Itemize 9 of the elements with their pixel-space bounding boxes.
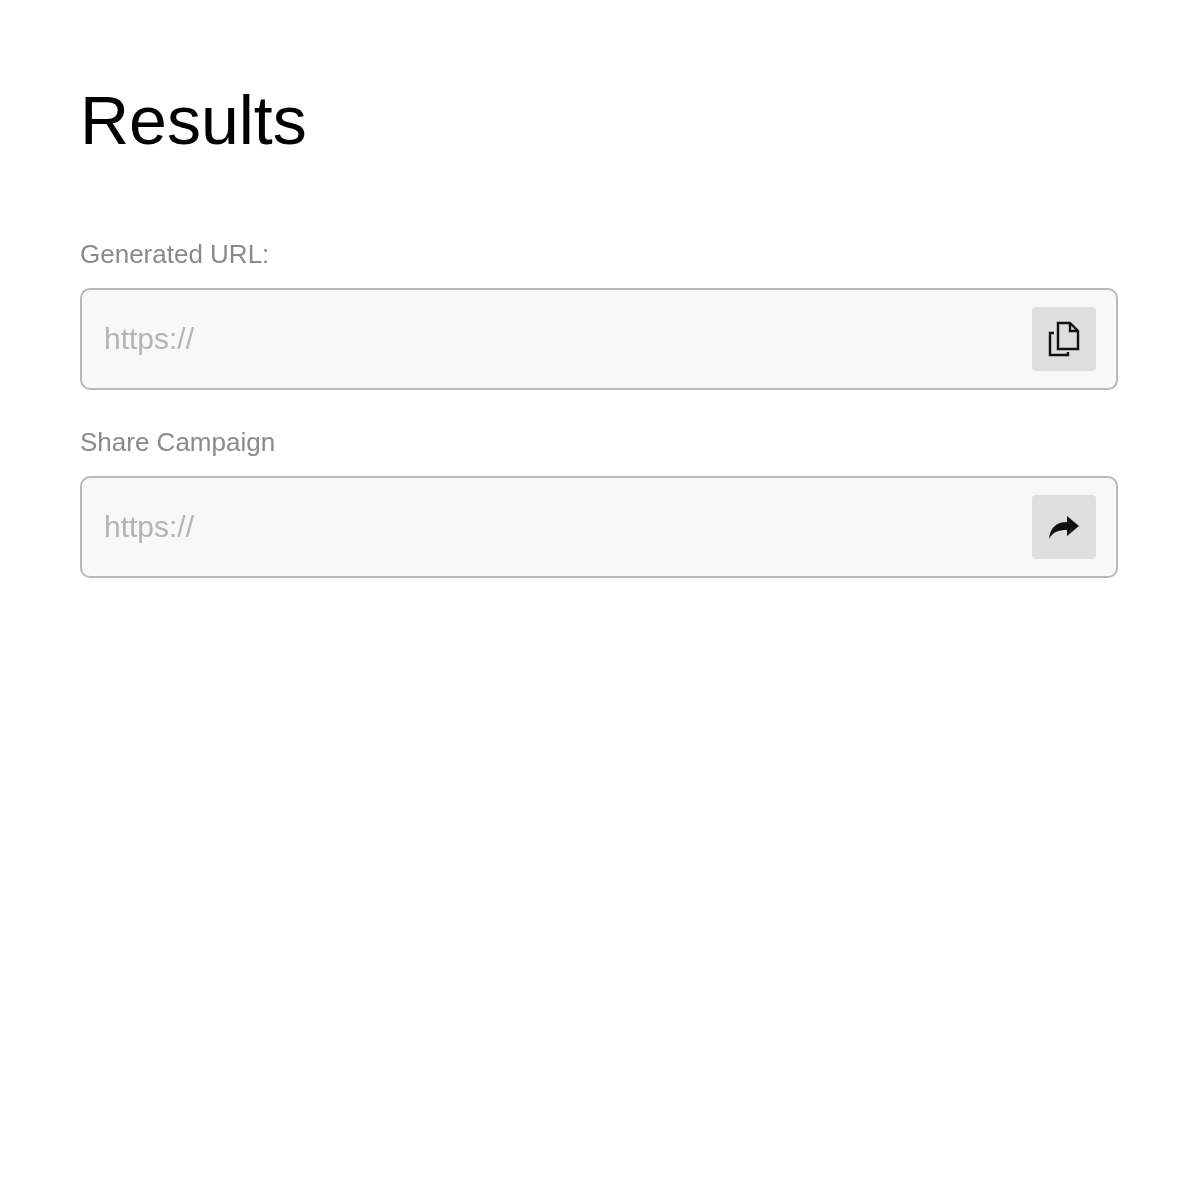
field-label: Generated URL:: [80, 238, 271, 270]
copy-button[interactable]: [1032, 307, 1096, 371]
share-button[interactable]: [1032, 495, 1096, 559]
url-field[interactable]: https://: [80, 288, 1118, 390]
page-title: Results: [80, 82, 308, 158]
field-label: Share Campaign: [80, 426, 277, 458]
url-field[interactable]: https://: [80, 476, 1118, 578]
copy-icon: [1048, 321, 1080, 357]
share-icon: [1048, 514, 1080, 540]
